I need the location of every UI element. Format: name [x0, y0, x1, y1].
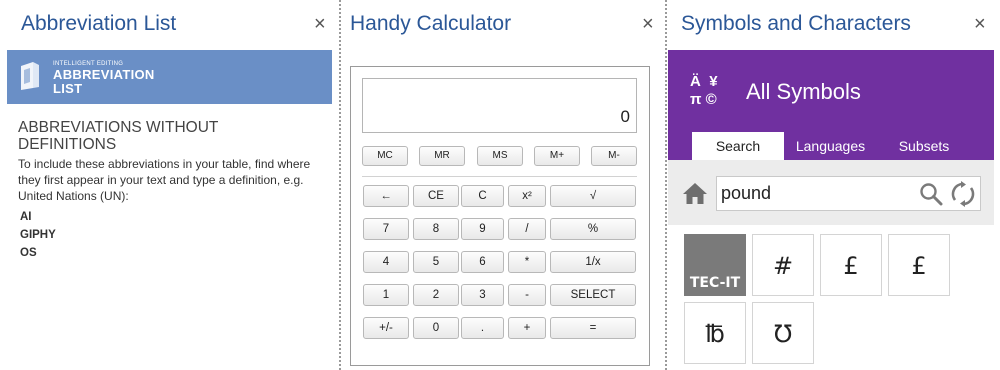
symbol-result-tile[interactable]: £ — [820, 234, 882, 296]
list-item[interactable]: OS — [20, 244, 56, 262]
symbol-glyph: ℔ — [705, 320, 725, 348]
home-icon[interactable] — [682, 181, 708, 205]
list-item[interactable]: GIPHY — [20, 226, 56, 244]
calculator-key[interactable]: C — [461, 185, 504, 207]
calculator-panel: Handy Calculator × 0 MC MR MS M+ M- ← CE Cx² √ 7… — [342, 0, 664, 370]
calculator-key[interactable]: / — [508, 218, 546, 240]
calculator-key[interactable]: ← — [363, 185, 409, 207]
tab-languages[interactable]: Languages — [786, 132, 875, 160]
search-bar — [668, 160, 994, 225]
calculator-key[interactable]: = — [550, 317, 636, 339]
logo-glyph: © — [705, 91, 717, 108]
calculator-key[interactable]: 0 — [413, 317, 459, 339]
calculator-key[interactable]: + — [508, 317, 546, 339]
memory-button[interactable]: MS — [477, 146, 523, 166]
symbol-glyph: £ — [911, 252, 927, 280]
document-logo-icon — [21, 62, 39, 90]
calculator-key[interactable]: x² — [508, 185, 546, 207]
symbols-logo-icon: Ä ¥ π © — [690, 73, 718, 109]
calculator-key[interactable]: * — [508, 251, 546, 273]
abbreviations-description: To include these abbreviations in your t… — [18, 157, 311, 203]
calculator-key[interactable]: 7 — [363, 218, 409, 240]
symbols-close-button[interactable]: × — [974, 14, 986, 34]
calculator-key[interactable]: CE — [413, 185, 459, 207]
logo-glyph: π — [690, 91, 702, 108]
calculator-key[interactable]: 9 — [461, 218, 504, 240]
search-icon[interactable] — [919, 182, 943, 206]
symbol-result-tile[interactable]: ℧ — [752, 302, 814, 364]
tab-search[interactable]: Search — [692, 132, 784, 160]
calculator-key[interactable]: 8 — [413, 218, 459, 240]
abbreviation-list-panel: Abbreviation List × INTELLIGENT EDITING … — [0, 0, 338, 370]
abbreviation-items: AI GIPHY OS — [20, 208, 56, 262]
memory-button[interactable]: MC — [362, 146, 408, 166]
abbreviation-list-title: Abbreviation List — [21, 12, 177, 35]
calculator-key[interactable]: 5 — [413, 251, 459, 273]
calculator-key[interactable]: - — [508, 284, 546, 306]
refresh-icon[interactable] — [951, 181, 975, 207]
list-item[interactable]: AI — [20, 208, 56, 226]
all-symbols-title: All Symbols — [746, 79, 861, 104]
panel-divider — [339, 0, 341, 370]
memory-button[interactable]: M+ — [534, 146, 580, 166]
calculator-key[interactable]: SELECT — [550, 284, 636, 306]
display-value: 0 — [620, 107, 630, 126]
calculator-key[interactable]: 1 — [363, 284, 409, 306]
calculator-key[interactable]: 4 — [363, 251, 409, 273]
tec-it-logo-tile[interactable]: TEC-IT — [684, 234, 746, 296]
symbol-result-tile[interactable]: # — [752, 234, 814, 296]
panel-divider — [665, 0, 667, 370]
banner-line-1: ABBREVIATION — [53, 67, 155, 82]
calculator-close-button[interactable]: × — [642, 14, 654, 34]
calculator-key[interactable]: % — [550, 218, 636, 240]
tec-it-logo-text: TEC-IT — [689, 275, 741, 291]
calculator-title: Handy Calculator — [350, 12, 512, 35]
logo-glyph: Ä — [690, 73, 701, 90]
symbol-glyph: £ — [843, 252, 859, 280]
calculator-key[interactable]: +/- — [363, 317, 409, 339]
symbols-panel: Symbols and Characters × Ä ¥ π © All Sym… — [668, 0, 1000, 370]
calculator-key[interactable]: 3 — [461, 284, 504, 306]
symbols-header: Ä ¥ π © All Symbols Search Languages Sub… — [668, 50, 994, 160]
memory-divider — [362, 176, 637, 177]
calculator-key[interactable]: 1/x — [550, 251, 636, 273]
symbol-glyph: # — [772, 252, 794, 280]
symbol-result-tile[interactable]: ℔ — [684, 302, 746, 364]
symbol-glyph: ℧ — [773, 320, 793, 348]
abbreviation-list-banner: INTELLIGENT EDITING ABBREVIATION LIST — [7, 50, 332, 104]
calculator-key[interactable]: 6 — [461, 251, 504, 273]
memory-button[interactable]: M- — [591, 146, 637, 166]
memory-button[interactable]: MR — [419, 146, 465, 166]
logo-glyph: ¥ — [709, 73, 718, 90]
calculator-key[interactable]: . — [461, 317, 504, 339]
tab-subsets[interactable]: Subsets — [882, 132, 966, 160]
calculator-display: 0 — [362, 78, 637, 133]
symbols-title: Symbols and Characters — [681, 12, 911, 35]
symbol-result-tile[interactable]: £ — [888, 234, 950, 296]
abbreviation-close-button[interactable]: × — [314, 14, 326, 34]
calculator-key[interactable]: √ — [550, 185, 636, 207]
abbreviations-heading: ABBREVIATIONS WITHOUT DEFINITIONS — [18, 119, 219, 153]
calculator: 0 MC MR MS M+ M- ← CE Cx² √ 7 8 9/% 4 5 6 * 1/x 1 2 3- SELE… — [350, 66, 650, 366]
calculator-key[interactable]: 2 — [413, 284, 459, 306]
banner-logo-text: ABBREVIATION LIST — [53, 68, 155, 96]
banner-line-2: LIST — [53, 81, 83, 96]
